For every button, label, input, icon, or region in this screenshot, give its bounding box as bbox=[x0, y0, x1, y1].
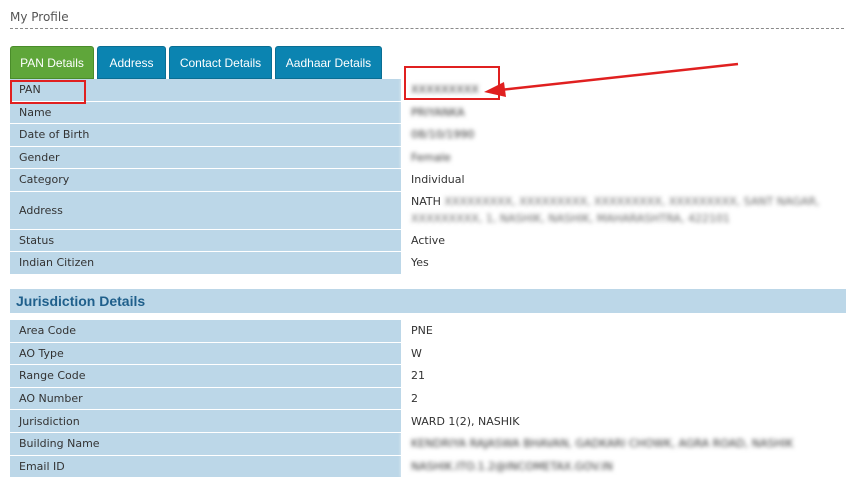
address-prefix: NATH bbox=[411, 195, 441, 208]
address-line-2: XXXXXXXXX, 1, NASHIK, NASHIK, MAHARASHTR… bbox=[411, 212, 730, 225]
table-row: Indian Citizen Yes bbox=[10, 252, 846, 275]
table-row: Date of Birth 08/10/1990 bbox=[10, 124, 846, 147]
indian-citizen-value: Yes bbox=[402, 252, 846, 275]
ao-number-value: 2 bbox=[402, 387, 846, 411]
tab-contact-details[interactable]: Contact Details bbox=[169, 46, 272, 79]
table-row: Email ID NASHIK.ITO.1.2@INCOMETAX.GOV.IN bbox=[10, 455, 846, 479]
table-row: Range Code 21 bbox=[10, 365, 846, 388]
table-row: Building Name KENDRIYA RAJASWA BHAVAN, G… bbox=[10, 432, 846, 456]
email-id-value: NASHIK.ITO.1.2@INCOMETAX.GOV.IN bbox=[402, 455, 846, 479]
table-row: Status Active bbox=[10, 229, 846, 252]
indian-citizen-label: Indian Citizen bbox=[10, 252, 402, 275]
jurisdiction-value: WARD 1(2), NASHIK bbox=[402, 410, 846, 433]
address-value: NATH XXXXXXXXX, XXXXXXXXX, XXXXXXXXX, XX… bbox=[402, 191, 846, 230]
dob-value: 08/10/1990 bbox=[402, 124, 846, 147]
name-label: Name bbox=[10, 101, 402, 124]
building-name-value: KENDRIYA RAJASWA BHAVAN, GADKARI CHOWK, … bbox=[402, 432, 846, 456]
table-row: Gender Female bbox=[10, 146, 846, 169]
profile-tabs: PAN Details Address Contact Details Aadh… bbox=[10, 46, 385, 79]
jurisdiction-table: Area Code PNE AO Type W Range Code 21 AO… bbox=[10, 320, 846, 479]
category-label: Category bbox=[10, 169, 402, 192]
pan-label-highlight bbox=[10, 80, 86, 104]
name-value: PRIYANKA bbox=[402, 101, 846, 124]
pan-details-table: PAN XXXXXXXXX Name PRIYANKA Date of Birt… bbox=[10, 79, 846, 275]
range-code-value: 21 bbox=[402, 365, 846, 388]
gender-label: Gender bbox=[10, 146, 402, 169]
page-title: My Profile bbox=[10, 10, 844, 29]
category-value: Individual bbox=[402, 169, 846, 192]
table-row: AO Number 2 bbox=[10, 387, 846, 411]
area-code-value: PNE bbox=[402, 320, 846, 343]
jurisdiction-section-title: Jurisdiction Details bbox=[10, 289, 846, 313]
annotation-arrow-icon bbox=[484, 62, 739, 97]
tab-pan-details[interactable]: PAN Details bbox=[10, 46, 94, 79]
range-code-label: Range Code bbox=[10, 365, 402, 388]
table-row: Name PRIYANKA bbox=[10, 101, 846, 124]
table-row: Jurisdiction WARD 1(2), NASHIK bbox=[10, 410, 846, 433]
address-line-1: XXXXXXXXX, XXXXXXXXX, XXXXXXXXX, XXXXXXX… bbox=[444, 195, 820, 208]
building-name-label: Building Name bbox=[10, 432, 402, 456]
area-code-label: Area Code bbox=[10, 320, 402, 343]
email-id-label: Email ID bbox=[10, 455, 402, 479]
tab-aadhaar-details[interactable]: Aadhaar Details bbox=[275, 46, 382, 79]
address-label: Address bbox=[10, 191, 402, 230]
ao-type-label: AO Type bbox=[10, 342, 402, 366]
status-value: Active bbox=[402, 229, 846, 252]
table-row: AO Type W bbox=[10, 342, 846, 366]
tab-address[interactable]: Address bbox=[97, 46, 166, 79]
status-label: Status bbox=[10, 229, 402, 252]
gender-value: Female bbox=[402, 146, 846, 169]
table-row: Category Individual bbox=[10, 169, 846, 192]
ao-type-value: W bbox=[402, 342, 846, 366]
dob-label: Date of Birth bbox=[10, 124, 402, 147]
ao-number-label: AO Number bbox=[10, 387, 402, 411]
table-row: Area Code PNE bbox=[10, 320, 846, 343]
table-row: Address NATH XXXXXXXXX, XXXXXXXXX, XXXXX… bbox=[10, 191, 846, 230]
jurisdiction-label: Jurisdiction bbox=[10, 410, 402, 433]
